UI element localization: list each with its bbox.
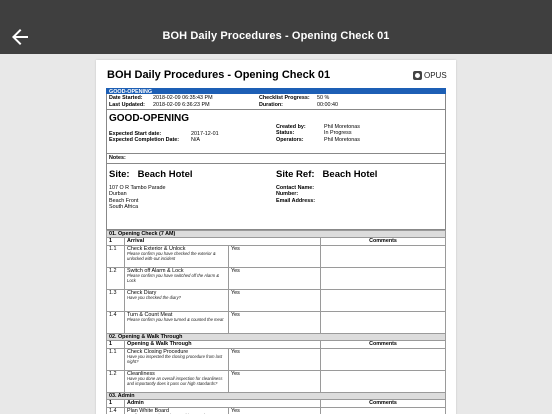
site-address: 107 O R Tambo Parade Durban Beach Front …: [109, 185, 166, 211]
checklist-item-row[interactable]: 1.4 Turn & Count Meat Please confirm you h…: [106, 310, 446, 334]
site-ref-label: Site Ref:: [276, 169, 315, 180]
header-label: Opening & Walk Through: [124, 340, 321, 349]
item-comments: [320, 266, 446, 290]
item-answer: Yes: [228, 347, 321, 371]
section-title: 01. Opening Check (7 AM): [106, 229, 446, 239]
site-name: Beach Hotel: [137, 169, 193, 180]
header-number: 1: [106, 399, 125, 408]
checklist-table: 01. Opening Check (7 AM) 1 Arrival Comments…: [106, 229, 446, 414]
comments-header: Comments: [320, 340, 446, 349]
item-comments: [320, 406, 446, 414]
site-ref-value: Beach Hotel: [322, 169, 378, 180]
app-bar: BOH Daily Procedures - Opening Check 01: [0, 0, 552, 54]
item-cell: Check Exterior & Unlock Please confirm yo…: [124, 244, 229, 268]
report-body: GOOD-OPENING Date Started: 2018-02-09 06…: [106, 88, 446, 414]
section-row: 02. Opening & Walk Through: [106, 332, 446, 342]
address-line: South Africa: [109, 204, 139, 211]
item-comments: [320, 310, 446, 334]
last-updated-value: 2018-02-09 6:36:23 PM: [153, 101, 210, 108]
item-description: Have you checked the diary?: [127, 295, 182, 301]
comments-header: Comments: [320, 399, 446, 408]
item-cell: Turn & Count Meat Please confirm you have…: [124, 310, 229, 334]
item-answer: Yes: [228, 310, 321, 334]
item-comments: [320, 288, 446, 312]
checklist-item-row[interactable]: 1.2 Switch off Alarm & Lock Please confirm…: [106, 266, 446, 290]
item-answer: Yes: [228, 406, 321, 414]
item-cell: Cleanliness Have you done an overall insp…: [124, 369, 229, 393]
section-header-row: 1 Admin Comments: [106, 399, 446, 408]
section-title: 03. Admin: [106, 391, 446, 401]
item-number: 1.1: [106, 347, 125, 371]
expected-dates: Expected Start date: 2017-12-01 Expected…: [109, 131, 251, 144]
item-description: Have you inspected the closing procedure…: [127, 354, 223, 365]
header-label: Admin: [124, 399, 321, 408]
section-row: 01. Opening Check (7 AM): [106, 229, 446, 239]
document-title: BOH Daily Procedures - Opening Check 01: [107, 69, 331, 81]
item-answer: Yes: [228, 244, 321, 268]
site-label: Site:: [109, 169, 130, 180]
item-number: 1.1: [106, 244, 125, 268]
item-description: Please confirm you have checked the exte…: [127, 251, 216, 262]
email-label: Email Address:: [276, 197, 316, 204]
header-label: Arrival: [124, 237, 321, 247]
item-cell: Switch off Alarm & Lock Please confirm yo…: [124, 266, 229, 290]
item-answer: Yes: [228, 369, 321, 393]
item-number: 1.4: [106, 310, 125, 334]
last-updated-label: Last Updated:: [109, 101, 145, 108]
checklist-item-row[interactable]: 1.3 Check Diary Have you checked the diary…: [106, 288, 446, 312]
checklist-item-row[interactable]: 1.1 Check Exterior & Unlock Please confirm…: [106, 244, 446, 268]
item-description: Please confirm you have switched off the…: [127, 273, 220, 284]
checklist-item-row[interactable]: 1.4Plan White BoardConfirm you've planne…: [106, 406, 446, 414]
brand-logo: OPUS: [413, 71, 447, 80]
expected-completion-label: Expected Completion Date:: [109, 137, 180, 144]
site-contact: Contact Name: Number: Email Address:: [276, 185, 315, 204]
opening-info: GOOD-OPENING Expected Start date: 2017-1…: [106, 110, 446, 154]
section-header-row: 1 Arrival Comments: [106, 237, 446, 247]
operators-label: Operators:: [276, 136, 304, 143]
site-heading: Site: Beach Hotel: [109, 169, 193, 180]
notes-field: Notes:: [106, 154, 446, 164]
logo-text: OPUS: [424, 71, 447, 80]
section-header-row: 1 Opening & Walk Through Comments: [106, 340, 446, 349]
item-cell: Check Closing Procedure Have you inspecte…: [124, 347, 229, 371]
report-page: BOH Daily Procedures - Opening Check 01 …: [96, 60, 456, 414]
checklist-item-row[interactable]: 1.2 Cleanliness Have you done an overall i…: [106, 369, 446, 393]
item-number: 1.2: [106, 266, 125, 290]
app-title: BOH Daily Procedures - Opening Check 01: [162, 30, 390, 42]
opening-heading: GOOD-OPENING: [109, 113, 190, 124]
assignment-info: Created by: Phil Moretonas Status: In Pr…: [276, 124, 404, 143]
item-number: 1.4: [106, 406, 125, 414]
opus-logo-icon: [413, 71, 422, 80]
item-description: Have you done an overall inspection for …: [127, 376, 223, 387]
report-meta: Date Started: 2018-02-09 06:35:43 PM Che…: [106, 94, 446, 110]
item-cell: Check Diary Have you checked the diary?: [124, 288, 229, 312]
item-number: 1.2: [106, 369, 125, 393]
section-row: 03. Admin: [106, 391, 446, 401]
item-number: 1.3: [106, 288, 125, 312]
item-answer: Yes: [228, 288, 321, 312]
header-number: 1: [106, 237, 125, 247]
item-description: Please confirm you have turned & counted…: [127, 317, 224, 323]
section-title: 02. Opening & Walk Through: [106, 332, 446, 342]
site-info: Site: Beach Hotel Site Ref: Beach Hotel 10…: [106, 164, 446, 230]
expected-completion-value: N/A: [191, 137, 200, 144]
operators-value: Phil Moretonas: [324, 136, 360, 143]
item-cell: Plan White BoardConfirm you've planned y…: [124, 406, 229, 414]
item-comments: [320, 347, 446, 371]
checklist-item-row[interactable]: 1.1 Check Closing Procedure Have you inspe…: [106, 347, 446, 371]
duration-value: 00:00:40: [317, 101, 338, 108]
comments-header: Comments: [320, 237, 446, 247]
item-answer: Yes: [228, 266, 321, 290]
item-comments: [320, 369, 446, 393]
item-comments: [320, 244, 446, 268]
site-ref-heading: Site Ref: Beach Hotel: [276, 169, 377, 180]
header-number: 1: [106, 340, 125, 349]
duration-label: Duration:: [259, 101, 283, 108]
